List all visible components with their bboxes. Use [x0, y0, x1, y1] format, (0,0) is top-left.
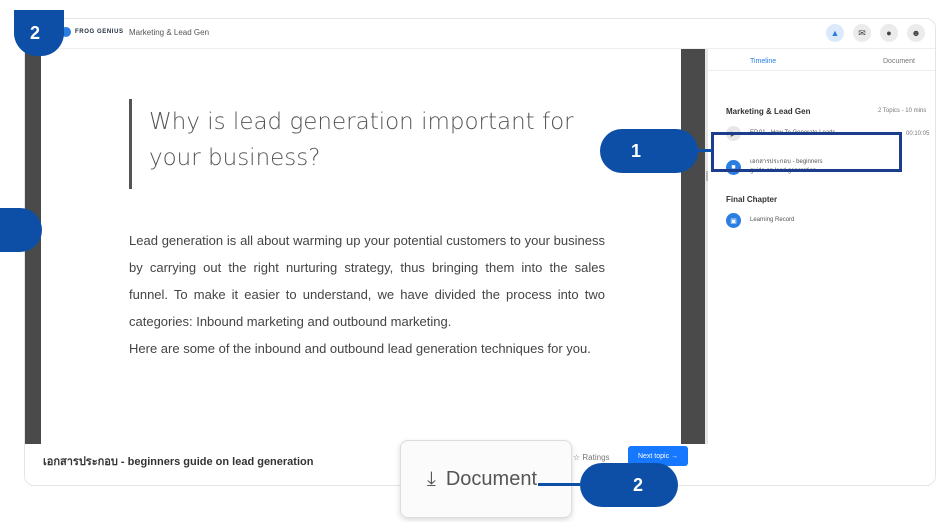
course-sidebar: Timeline Document Marketing & Lead Gen 2…: [708, 49, 935, 485]
globe-icon[interactable]: ●: [880, 24, 898, 42]
side-tab: [0, 208, 42, 252]
callout-1: 1: [600, 129, 698, 173]
logo[interactable]: FROG GENIUS: [61, 27, 124, 37]
heading-accent-bar: [129, 99, 132, 189]
topic-label: Learning Record: [750, 217, 795, 223]
document-title: เอกสารประกอบ - beginners guide on lead g…: [43, 456, 314, 468]
tab-timeline[interactable]: Timeline: [750, 58, 776, 65]
logo-text: FROG GENIUS: [75, 29, 124, 35]
page-heading: Why is lead generation important for you…: [149, 109, 574, 171]
course-title: Marketing & Lead Gen: [129, 28, 210, 37]
app-window: FROG GENIUS Marketing & Lead Gen ▲ ✉ ● ☻…: [24, 18, 936, 486]
ratings-button[interactable]: ☆ Ratings: [573, 453, 610, 462]
document-download-popup[interactable]: ⤓ Document: [400, 440, 572, 518]
user-icon[interactable]: ☻: [907, 24, 925, 42]
top-bar: FROG GENIUS Marketing & Lead Gen ▲ ✉ ● ☻: [25, 19, 935, 49]
chart-icon[interactable]: ▲: [826, 24, 844, 42]
body-paragraph-1: Lead generation is all about warming up …: [129, 233, 605, 329]
record-icon: ▣: [726, 213, 741, 228]
sidebar-tabs: Timeline Document: [708, 49, 935, 71]
topic-learning-record[interactable]: ▣ Learning Record: [726, 213, 794, 228]
chat-icon[interactable]: ✉: [853, 24, 871, 42]
download-label: Document: [445, 467, 537, 490]
callout-2-top: 2: [14, 10, 64, 56]
highlight-box: [711, 132, 902, 172]
top-icon-group: ▲ ✉ ● ☻: [826, 24, 925, 42]
section-title: Marketing & Lead Gen: [726, 107, 811, 116]
section-meta: 2 Topics - 10 mins: [878, 108, 927, 114]
download-icon: ⤓: [427, 467, 436, 490]
star-icon: ☆: [573, 453, 581, 462]
callout-2-bottom: 2: [580, 463, 678, 507]
body-paragraph-2: Here are some of the inbound and outboun…: [129, 341, 591, 356]
tab-document[interactable]: Document: [883, 58, 915, 65]
page-body: Lead generation is all about warming up …: [129, 227, 605, 362]
topic-duration: 00:10:05: [906, 131, 930, 137]
section-title-final: Final Chapter: [726, 195, 778, 204]
ratings-label: Ratings: [582, 453, 610, 462]
